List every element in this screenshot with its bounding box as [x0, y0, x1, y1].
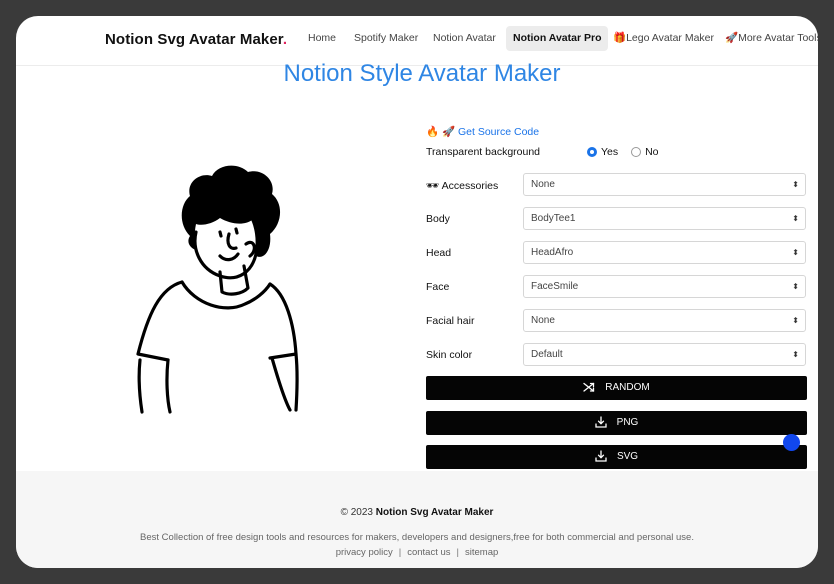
facial-hair-value: None [531, 315, 555, 326]
sitemap-link[interactable]: sitemap [465, 547, 498, 558]
select-caret-icon: ⬍ [792, 180, 799, 189]
head-value: HeadAfro [531, 247, 574, 258]
select-caret-icon: ⬍ [792, 282, 799, 291]
body-value: BodyTee1 [531, 213, 576, 224]
link-separator: | [456, 547, 459, 558]
contact-us-link[interactable]: contact us [407, 547, 450, 558]
select-caret-icon: ⬍ [792, 316, 799, 325]
skin-color-label: Skin color [426, 349, 473, 361]
body-select[interactable]: BodyTee1 ⬍ [523, 207, 806, 230]
face-value: FaceSmile [531, 281, 579, 292]
radio-unchecked-icon[interactable] [631, 147, 642, 157]
transparent-yes-label: Yes [601, 146, 619, 158]
nav-item-spotify-maker[interactable]: Spotify Maker [347, 26, 425, 51]
transparent-yes-option[interactable]: Yes [587, 146, 618, 158]
page-footer: © 2023 Notion Svg Avatar Maker Best Coll… [16, 471, 818, 568]
app-window: Notion Svg Avatar Maker. Home Spotify Ma… [16, 16, 818, 568]
select-caret-icon: ⬍ [792, 248, 799, 257]
accessories-label: 🕶 Accessories [426, 180, 499, 192]
brand-logo[interactable]: Notion Svg Avatar Maker. [105, 31, 287, 48]
face-select[interactable]: FaceSmile ⬍ [523, 275, 806, 298]
svg-button-label: SVG [616, 451, 639, 462]
transparent-background-label: Transparent background [426, 146, 541, 158]
nav-item-home[interactable]: Home [301, 26, 343, 51]
head-select[interactable]: HeadAfro ⬍ [523, 241, 806, 264]
page-title: Notion Style Avatar Maker [283, 60, 561, 87]
random-button[interactable]: RANDOM [426, 376, 807, 400]
copyright-name: Notion Svg Avatar Maker [375, 507, 494, 518]
footer-copyright: © 2023 Notion Svg Avatar Maker [16, 507, 818, 518]
face-label: Face [426, 281, 450, 293]
radio-checked-icon[interactable] [587, 147, 597, 157]
brand-text: Notion Svg Avatar Maker [105, 31, 283, 48]
nav-item-notion-avatar-pro[interactable]: Notion Avatar Pro [506, 26, 609, 51]
shuffle-icon [583, 382, 595, 392]
floating-indicator-dot[interactable] [783, 434, 800, 451]
brand-dot: . [282, 31, 288, 48]
accessories-value: None [531, 179, 555, 190]
avatar-preview [136, 165, 299, 414]
facial-hair-select[interactable]: None ⬍ [523, 309, 806, 332]
random-button-label: RANDOM [605, 382, 650, 393]
download-icon [595, 416, 607, 428]
transparent-background-radios: Yes No [587, 146, 669, 158]
link-separator: | [398, 547, 402, 558]
body-label: Body [426, 213, 450, 225]
nav-item-notion-avatar[interactable]: Notion Avatar [426, 26, 503, 51]
nav-item-more-avatar-tools[interactable]: 🚀More Avatar Tools [718, 26, 818, 51]
png-download-button[interactable]: PNG [426, 411, 807, 435]
select-caret-icon: ⬍ [792, 214, 799, 223]
accessories-select[interactable]: None ⬍ [523, 173, 806, 196]
transparent-no-label: No [645, 146, 659, 158]
head-label: Head [426, 247, 452, 259]
png-button-label: PNG [616, 417, 639, 428]
nav-item-lego-avatar-maker[interactable]: 🎁Lego Avatar Maker [606, 26, 721, 51]
select-caret-icon: ⬍ [792, 350, 799, 359]
get-source-code-link[interactable]: 🔥 🚀 Get Source Code [426, 125, 539, 138]
top-navigation: Notion Svg Avatar Maker. Home Spotify Ma… [16, 16, 818, 66]
facial-hair-label: Facial hair [426, 315, 475, 327]
privacy-policy-link[interactable]: privacy policy [336, 547, 393, 558]
copyright-year: © 2023 [340, 507, 373, 518]
svg-download-button[interactable]: SVG [426, 445, 807, 469]
skin-color-select[interactable]: Default ⬍ [523, 343, 806, 366]
transparent-no-option[interactable]: No [631, 146, 659, 158]
footer-links: privacy policy | contact us | sitemap [16, 547, 818, 558]
footer-description: Best Collection of free design tools and… [140, 532, 694, 543]
download-icon [595, 450, 607, 462]
skin-color-value: Default [531, 349, 563, 360]
